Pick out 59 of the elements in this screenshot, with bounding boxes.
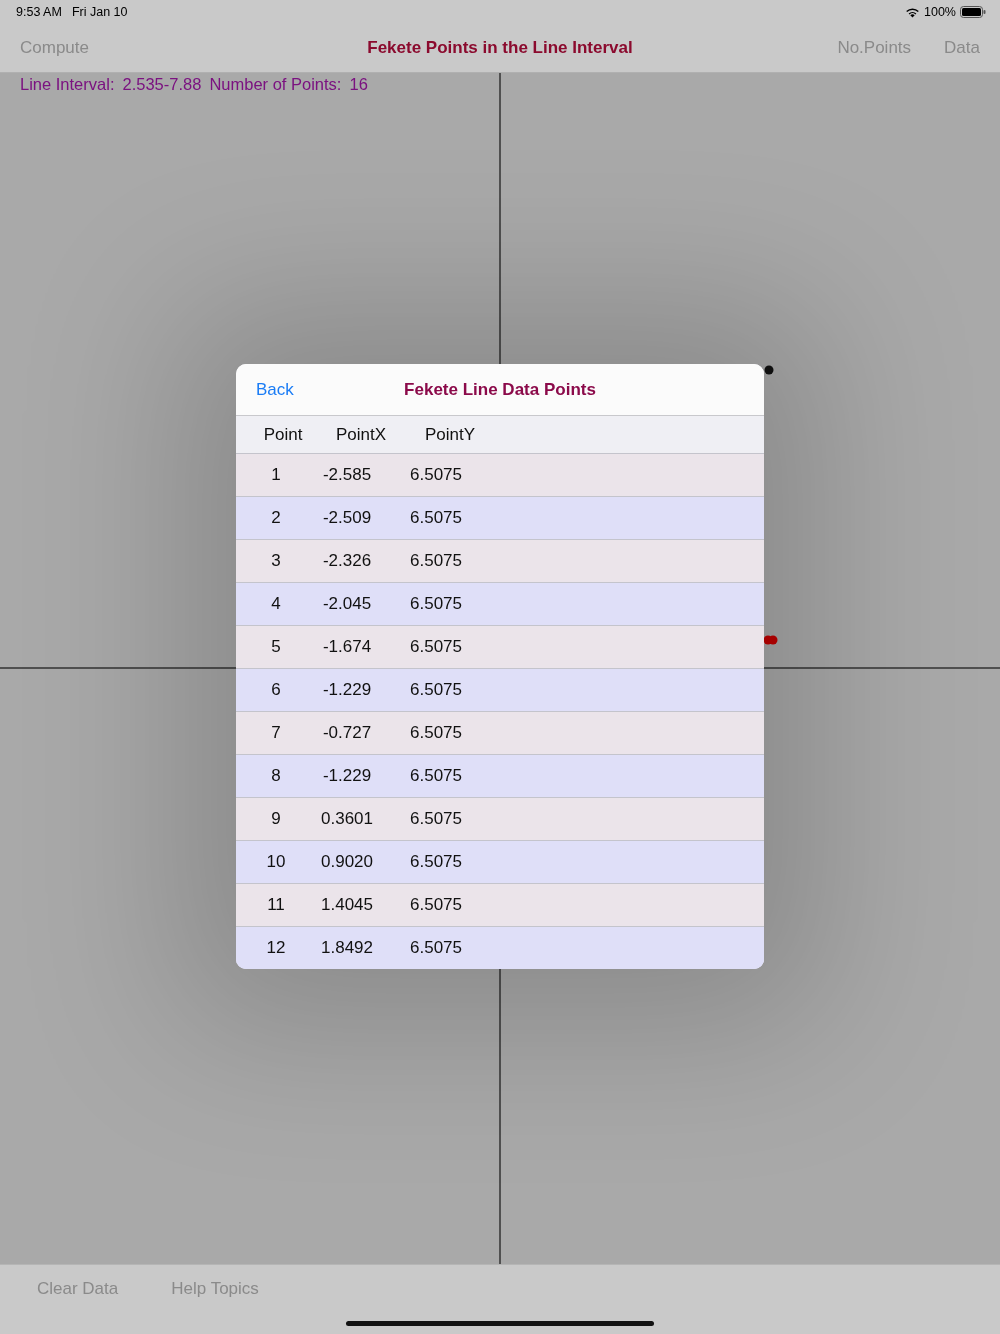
status-time: 9:53 AM [16, 5, 62, 19]
table-cell-text: 6.5075 [409, 852, 463, 872]
nav-button[interactable]: Data [944, 38, 980, 58]
table-cell-text: 6.5075 [409, 809, 463, 829]
table-cell-text: 6.5075 [409, 723, 463, 743]
table-cell-text: 1.8492 [320, 938, 374, 958]
wifi-icon [905, 6, 920, 18]
table-cell-text: -2.045 [321, 594, 373, 614]
nav-button[interactable]: No.Points [837, 38, 912, 58]
battery-icon [960, 6, 986, 18]
table-cell-text: 3 [270, 551, 282, 571]
table-cell-text: 6.5075 [409, 551, 463, 571]
count-label: Number of Points: [209, 75, 342, 94]
table-cell-text: 11 [266, 895, 286, 915]
table-cell-text: -2.585 [321, 465, 373, 485]
screen-title: Fekete Points in the Line Interval [367, 38, 633, 57]
table-cell-text: 7 [270, 723, 282, 743]
table-cell-text: 6.5075 [409, 637, 463, 657]
compute-button[interactable]: Compute [20, 38, 89, 58]
table-cell-text: 8 [270, 766, 282, 786]
table-cell-text: 2 [270, 508, 282, 528]
table-cell-text: -2.326 [321, 551, 373, 571]
plot-point [768, 635, 778, 645]
interval-value: 2.535-7.88 [122, 75, 202, 94]
table-cell-text: -1.674 [321, 637, 373, 657]
table-cell-text: 0.3601 [320, 809, 374, 829]
table-cell-text: -1.229 [321, 766, 373, 786]
column-header: PointY [423, 424, 477, 445]
table-cell-text: 0.9020 [320, 852, 374, 872]
table-cell-text: 6.5075 [409, 465, 463, 485]
table-cell-text: 6.5075 [409, 594, 463, 614]
table-cell-text: 6.5075 [409, 938, 463, 958]
home-indicator[interactable] [346, 1321, 654, 1326]
table-cell-text: -1.229 [321, 680, 373, 700]
table-cell-text: 10 [265, 852, 287, 872]
table-cell-text: 5 [270, 637, 282, 657]
column-header: PointX [334, 424, 388, 445]
table-cell-text: 6 [270, 680, 282, 700]
table-cell-text: 6.5075 [409, 895, 463, 915]
table-cell-text: 1 [270, 465, 282, 485]
table-cell-text: 1.4045 [320, 895, 374, 915]
toolbar-button[interactable]: Help Topics [171, 1279, 259, 1299]
table-cell-text: 9 [270, 809, 282, 829]
interval-label: Line Interval: [20, 75, 115, 94]
table-cell-text: 6.5075 [409, 508, 463, 528]
table-cell-text: -0.727 [321, 723, 373, 743]
column-header: Point [262, 424, 304, 445]
modal-title: Fekete Line Data Points [404, 379, 596, 399]
plot-point [764, 365, 774, 375]
count-value: 16 [349, 75, 368, 94]
table-cell-text: 4 [270, 594, 282, 614]
table-cell-text: -2.509 [321, 508, 373, 528]
toolbar-button[interactable]: Clear Data [37, 1279, 119, 1299]
table-cell-text: 12 [265, 938, 287, 958]
battery-percent: 100% [924, 5, 956, 19]
table-cell-text: 6.5075 [409, 680, 463, 700]
back-button[interactable]: Back [256, 379, 294, 400]
table-cell-text: 6.5075 [409, 766, 463, 786]
status-date: Fri Jan 10 [71, 5, 128, 19]
